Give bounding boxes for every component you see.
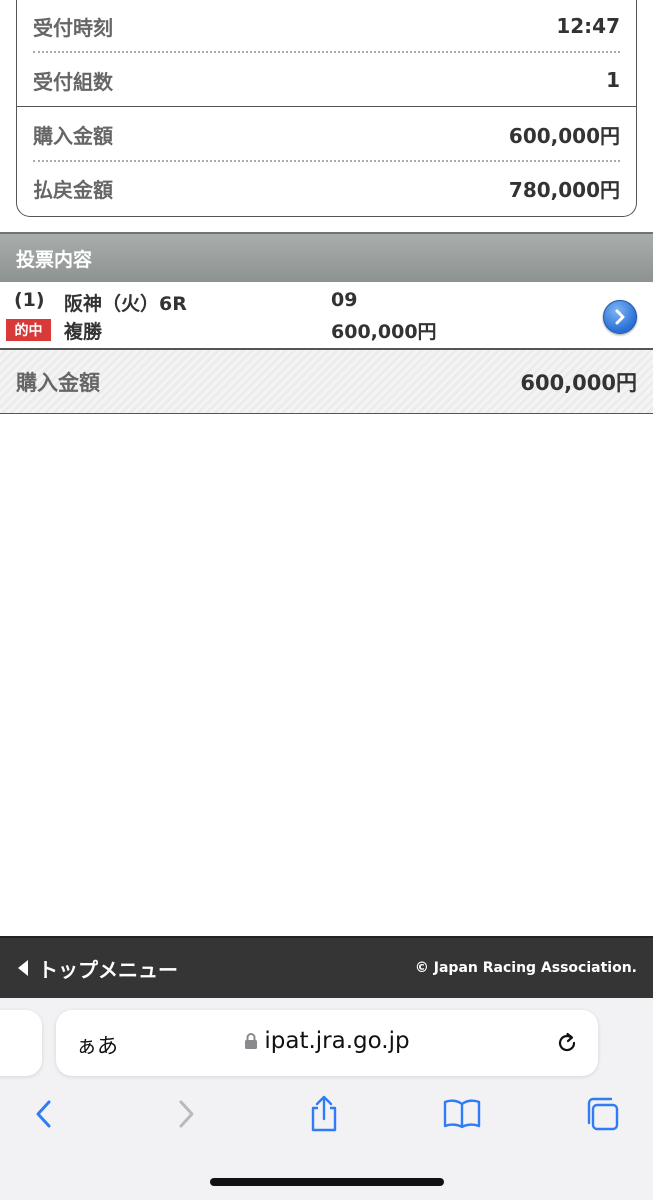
address-bar[interactable]: ぁあ ipat.jra.go.jp [56, 1010, 598, 1076]
back-button[interactable] [24, 1094, 64, 1134]
top-menu-label: トップメニュー [38, 957, 178, 982]
total-value: 600,000円 [520, 370, 637, 395]
summary-value: 12:47 [556, 14, 620, 38]
lock-icon [244, 1032, 258, 1050]
tabs-button[interactable] [582, 1094, 622, 1134]
bet-section-title: 投票内容 [16, 248, 93, 271]
bookmarks-button[interactable] [442, 1094, 482, 1134]
summary-label: 購入金額 [33, 123, 113, 148]
summary-row-purchase: 購入金額 600,000円 [33, 107, 620, 161]
home-indicator [210, 1178, 444, 1186]
bet-amount: 600,000円 [331, 321, 437, 343]
detail-arrow-button[interactable] [603, 300, 637, 334]
summary-value: 1 [606, 68, 620, 92]
page: 受付時刻 12:47 受付組数 1 購入金額 600,000円 払戻金額 780… [0, 0, 653, 1200]
chevron-right-icon [615, 309, 625, 325]
share-icon [311, 1095, 337, 1132]
summary-card: 受付時刻 12:47 受付組数 1 購入金額 600,000円 払戻金額 780… [16, 0, 637, 217]
total-label: 購入金額 [16, 370, 100, 395]
bet-index: (1) [14, 289, 45, 311]
copyright-text: © Japan Racing Association. [414, 960, 637, 976]
reload-icon[interactable] [554, 1030, 580, 1060]
bet-type: 複勝 [64, 321, 103, 343]
summary-row-time: 受付時刻 12:47 [33, 0, 620, 53]
bet-entry-row[interactable]: (1) 阪神（火）6R 09 的中 複勝 600,000円 [0, 282, 653, 350]
share-button[interactable] [304, 1094, 344, 1134]
summary-label: 払戻金額 [33, 177, 113, 202]
url-text: ipat.jra.go.jp [264, 1028, 410, 1054]
url-display[interactable]: ipat.jra.go.jp [56, 1028, 598, 1054]
triangle-left-icon [18, 960, 28, 976]
chevron-right-icon [179, 1100, 194, 1128]
forward-button[interactable] [166, 1094, 206, 1134]
chevron-left-icon [36, 1100, 51, 1128]
summary-label: 受付時刻 [33, 15, 113, 40]
summary-row-count: 受付組数 1 [33, 53, 620, 107]
hit-badge: 的中 [6, 319, 51, 341]
book-icon [443, 1099, 481, 1129]
tabs-icon [587, 1097, 619, 1131]
total-row: 購入金額 600,000円 [0, 350, 653, 414]
previous-tab-card[interactable] [0, 1010, 42, 1076]
summary-value: 600,000円 [508, 123, 620, 148]
footer-bar: トップメニュー © Japan Racing Association. [0, 936, 653, 998]
summary-value: 780,000円 [508, 177, 620, 202]
summary-row-payout: 払戻金額 780,000円 [33, 161, 620, 215]
summary-label: 受付組数 [33, 69, 113, 94]
bet-race: 阪神（火）6R [64, 293, 187, 315]
bet-number: 09 [331, 289, 358, 311]
top-menu-link[interactable]: トップメニュー [16, 954, 178, 983]
browser-toolbar: ぁあ ipat.jra.go.jp [0, 998, 653, 1200]
bet-section-header: 投票内容 [0, 232, 653, 282]
